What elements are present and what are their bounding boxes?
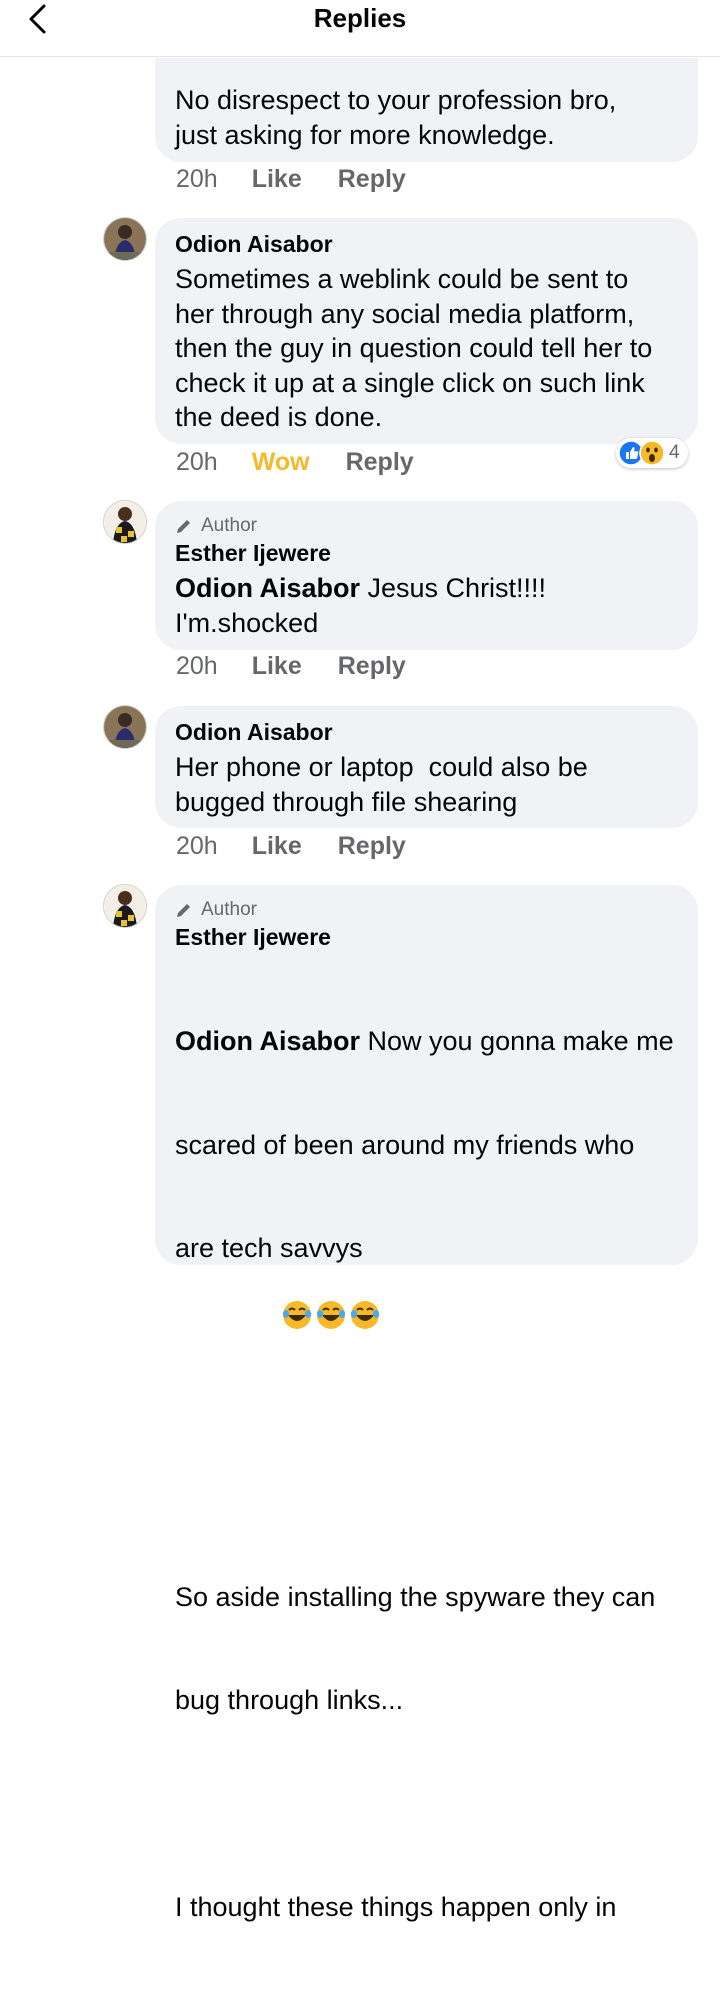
comment-actions: 20h Like Reply: [176, 165, 406, 194]
comment-bubble[interactable]: Odion Aisabor Her phone or laptop could …: [155, 706, 698, 828]
laughing-emoji-icon: [222, 1266, 382, 1374]
comment-text: Sometimes a weblink could be sent to her…: [175, 264, 653, 432]
commenter-name[interactable]: Odion Aisabor: [175, 717, 678, 747]
comment-bubble[interactable]: Author Esther Ijewere Odion Aisabor Now …: [155, 885, 698, 1922]
like-button[interactable]: Like: [252, 832, 302, 861]
comment-text: No disrespect to your profession bro, ju…: [175, 85, 617, 150]
like-button[interactable]: Like: [252, 165, 302, 194]
mention-link[interactable]: Odion Aisabor: [175, 573, 360, 603]
reply-button[interactable]: Reply: [338, 165, 406, 194]
comment-line: are tech savvys: [175, 1231, 678, 1408]
comment-bubble[interactable]: Odion Aisabor Sometimes a weblink could …: [155, 218, 698, 444]
author-badge: Author: [175, 898, 678, 922]
comment-line: I thought these things happen only in: [175, 1891, 617, 1922]
commenter-name[interactable]: Odion Aisabor: [175, 229, 678, 259]
reply-button[interactable]: Reply: [338, 832, 406, 861]
avatar[interactable]: [103, 500, 147, 544]
like-button[interactable]: Like: [252, 652, 302, 681]
comment-text: Odion Aisabor Jesus Christ!!!! I'm.shock…: [175, 571, 678, 640]
wow-icon: [639, 440, 665, 466]
comment-time: 20h: [176, 652, 218, 680]
comment-time: 20h: [176, 165, 218, 193]
comment-line: So aside installing the spyware they can: [175, 1581, 656, 1612]
comment-text: Her phone or laptop could also be bugged…: [175, 752, 588, 817]
comment-text: Odion Aisabor Now you gonna make me scar…: [175, 955, 678, 1993]
comment-time: 20h: [176, 448, 218, 476]
comment-actions: 20h Like Reply: [176, 652, 406, 681]
pencil-icon: [177, 904, 190, 917]
avatar[interactable]: [103, 217, 147, 261]
commenter-name[interactable]: Esther Ijewere: [175, 538, 678, 568]
reply-button[interactable]: Reply: [338, 652, 406, 681]
comment-actions: 20h Wow Reply: [176, 448, 414, 477]
comment-line: bug through links...: [175, 1685, 404, 1715]
avatar[interactable]: [103, 705, 147, 749]
comment-time: 20h: [176, 832, 218, 860]
wow-reaction-button[interactable]: Wow: [252, 448, 310, 477]
avatar[interactable]: [103, 884, 147, 928]
comment-bubble[interactable]: No disrespect to your profession bro, ju…: [155, 58, 698, 162]
comment-line: Odion Aisabor Now you gonna make me: [175, 1026, 674, 1056]
top-bar: Replies: [0, 0, 720, 57]
reply-button[interactable]: Reply: [346, 448, 414, 477]
author-badge-label: Author: [201, 515, 257, 536]
mention-link[interactable]: Odion Aisabor: [175, 1026, 360, 1056]
comment-actions: 20h Like Reply: [176, 832, 406, 861]
pencil-icon: [177, 520, 190, 533]
commenter-name[interactable]: Esther Ijewere: [175, 922, 678, 952]
comment-line: scared of been around my friends who: [175, 1129, 635, 1160]
author-badge-label: Author: [201, 899, 257, 920]
comment-bubble[interactable]: Author Esther Ijewere Odion Aisabor Jesu…: [155, 501, 698, 650]
author-badge: Author: [175, 514, 678, 538]
page-title: Replies: [313, 3, 407, 33]
reaction-count: 4: [669, 442, 680, 463]
reaction-summary[interactable]: 4: [616, 438, 688, 468]
